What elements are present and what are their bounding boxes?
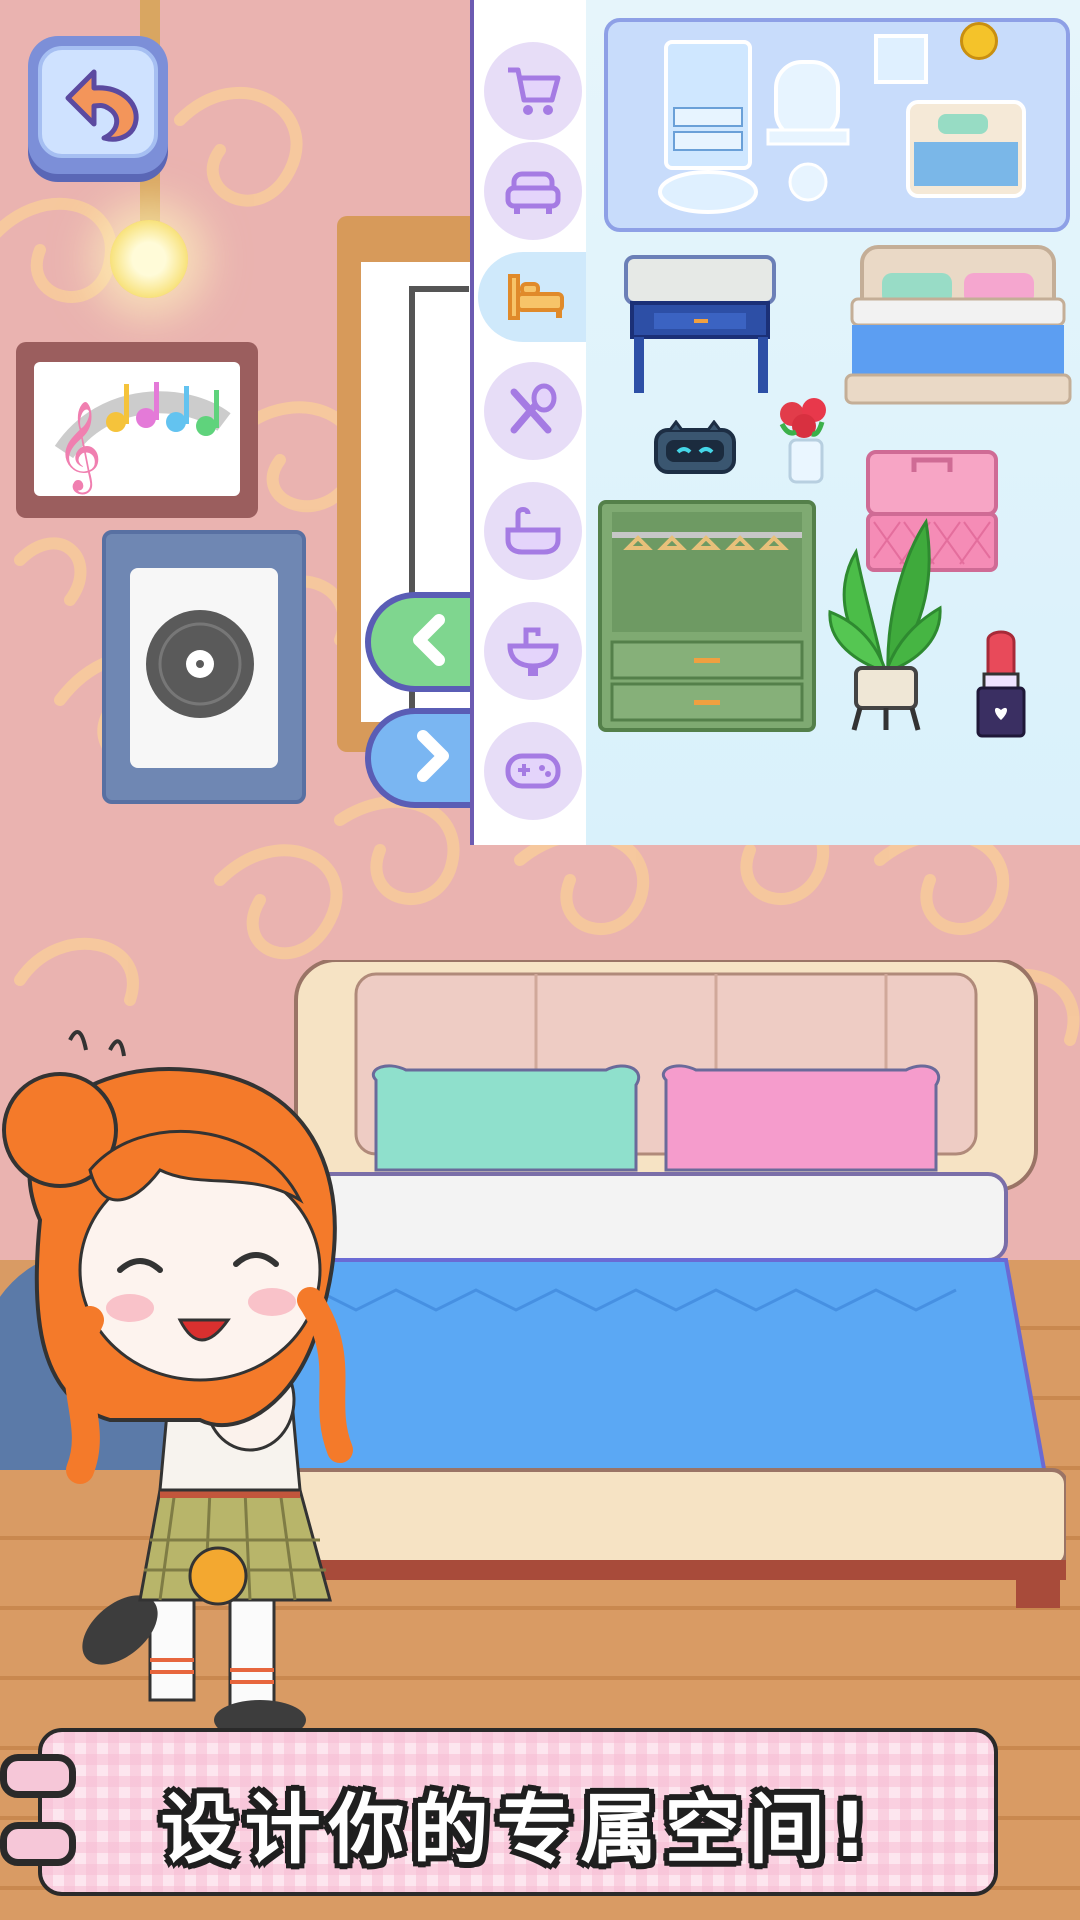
character-art bbox=[2, 1030, 353, 1740]
bedroom-set-art bbox=[658, 34, 1026, 214]
big-bed-art bbox=[284, 958, 1068, 1608]
nightstand-icon[interactable] bbox=[624, 255, 778, 395]
potted-plant-art bbox=[828, 518, 942, 731]
back-button-face bbox=[38, 46, 158, 158]
robot-clock-icon[interactable] bbox=[652, 419, 738, 476]
binder-ring-icon bbox=[0, 1822, 76, 1866]
painting-canvas bbox=[130, 568, 278, 768]
robot-clock-art bbox=[654, 419, 736, 474]
catalog-grid bbox=[586, 0, 1080, 845]
prev-button[interactable] bbox=[365, 592, 481, 692]
nightstand-art bbox=[624, 255, 776, 393]
bathtub-icon bbox=[505, 507, 561, 555]
back-button[interactable] bbox=[28, 36, 168, 174]
caption-banner: 设计你的专属空间! bbox=[38, 1728, 998, 1896]
tab-living-room[interactable] bbox=[484, 142, 582, 240]
utensils-icon bbox=[510, 383, 557, 434]
wall-lamp-icon bbox=[110, 220, 188, 298]
bed-icon[interactable] bbox=[284, 958, 1068, 1610]
tab-bedroom[interactable] bbox=[478, 252, 598, 342]
vinyl-record-art bbox=[146, 610, 254, 718]
sofa-icon bbox=[505, 171, 561, 214]
potted-plant-icon[interactable] bbox=[826, 512, 946, 734]
wardrobe-art bbox=[598, 500, 816, 732]
caption-text: 设计你的专属空间! bbox=[160, 1785, 876, 1874]
flower-vase-art bbox=[779, 398, 826, 484]
lipstick-icon[interactable] bbox=[972, 626, 1030, 740]
sink-icon bbox=[507, 627, 559, 676]
svg-text:𝄞: 𝄞 bbox=[56, 401, 102, 495]
bed-icon bbox=[508, 274, 564, 320]
gamepad-icon bbox=[505, 753, 561, 789]
chevron-left-icon bbox=[413, 614, 445, 666]
double-bed-icon[interactable] bbox=[842, 245, 1074, 415]
tab-games[interactable] bbox=[484, 722, 582, 820]
music-notes-painting-icon: 𝄞 bbox=[16, 342, 258, 518]
shopping-cart-icon bbox=[508, 67, 561, 115]
binder-ring-icon bbox=[0, 1754, 76, 1798]
music-notes-art: 𝄞 bbox=[54, 382, 231, 495]
character-girl-icon[interactable] bbox=[0, 1020, 380, 1740]
category-tab-bar bbox=[474, 0, 598, 845]
furniture-catalog-panel bbox=[470, 0, 1080, 845]
game-scene: 𝄞 设计你的专属空间! bbox=[0, 0, 1080, 1920]
tab-bathroom[interactable] bbox=[484, 482, 582, 580]
wardrobe-icon[interactable] bbox=[598, 500, 816, 734]
undo-arrow-icon bbox=[65, 69, 139, 142]
bedroom-set-icon[interactable] bbox=[604, 18, 1070, 232]
tab-washroom[interactable] bbox=[484, 602, 582, 700]
tab-kitchen[interactable] bbox=[484, 362, 582, 460]
painting-canvas: 𝄞 bbox=[34, 362, 240, 496]
tab-shop[interactable] bbox=[484, 42, 582, 140]
next-button[interactable] bbox=[365, 708, 481, 808]
double-bed-art bbox=[844, 245, 1072, 405]
chevron-right-icon bbox=[417, 730, 449, 782]
lipstick-art bbox=[976, 630, 1026, 738]
coin-icon bbox=[960, 22, 998, 60]
flower-vase-icon[interactable] bbox=[774, 396, 838, 486]
vinyl-record-painting-icon bbox=[102, 530, 306, 804]
